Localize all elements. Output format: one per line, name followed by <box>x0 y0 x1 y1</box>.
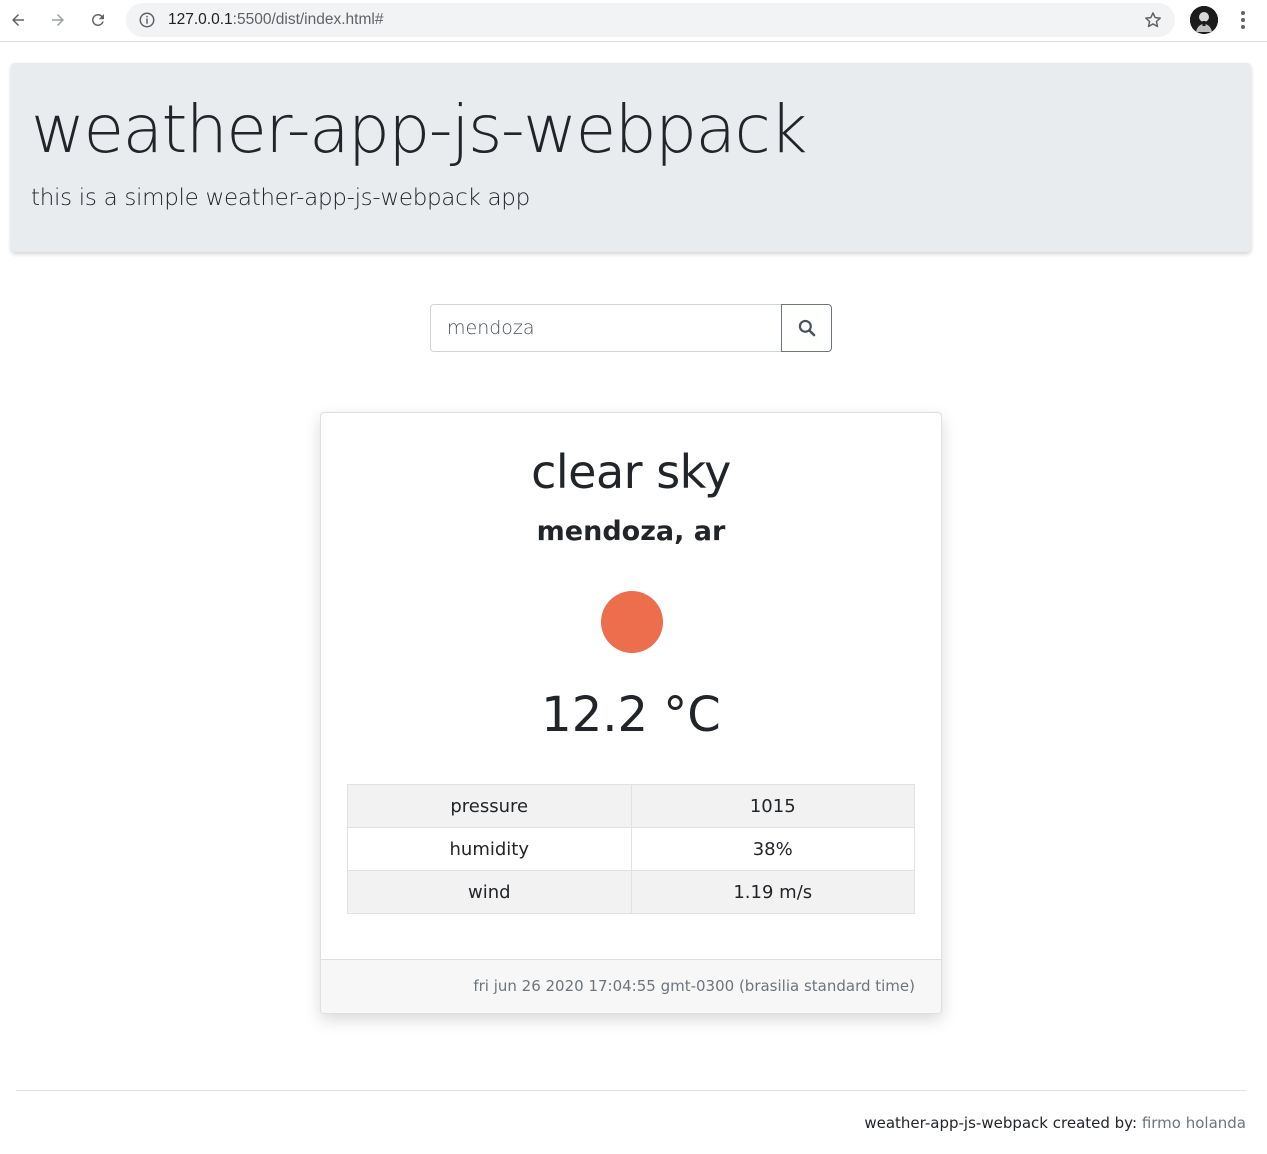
detail-value: 1.19 m/s <box>630 870 915 914</box>
detail-value: 1015 <box>630 784 915 828</box>
bookmark-star-icon[interactable] <box>1143 10 1163 30</box>
reload-icon <box>91 13 104 26</box>
weather-card: clear sky mendoza, ar 12.2 °C pressure 1… <box>320 412 942 1014</box>
url-host: 127.0.0.1 <box>168 11 233 28</box>
author-link[interactable]: firmo holanda <box>1142 1114 1246 1132</box>
page-subtitle: this is a simple weather-app-js-webpack … <box>31 185 530 211</box>
search-form <box>430 304 832 352</box>
header-jumbotron: weather-app-js-webpack this is a simple … <box>11 63 1251 252</box>
url-text[interactable]: 127.0.0.1:5500/dist/index.html# <box>168 11 383 29</box>
weather-location: mendoza, ar <box>536 516 726 547</box>
table-row: pressure 1015 <box>347 784 915 828</box>
reload-button[interactable] <box>85 7 111 33</box>
page-footer: weather-app-js-webpack created by: firmo… <box>864 1114 1246 1132</box>
browser-toolbar: 127.0.0.1:5500/dist/index.html# <box>0 0 1267 42</box>
table-row: humidity 38% <box>347 827 915 871</box>
footer-divider <box>16 1090 1246 1091</box>
avatar-image <box>1190 6 1218 34</box>
detail-label: pressure <box>347 784 632 828</box>
weather-timestamp: fri jun 26 2020 17:04:55 gmt-0300 (brasi… <box>473 977 915 995</box>
detail-label: humidity <box>347 827 632 871</box>
back-button[interactable] <box>5 7 31 33</box>
arrow-right-icon <box>52 14 64 26</box>
table-row: wind 1.19 m/s <box>347 870 915 914</box>
profile-avatar[interactable] <box>1190 6 1218 34</box>
arrow-left-icon <box>12 14 24 26</box>
menu-dot <box>1241 18 1245 22</box>
weather-condition: clear sky <box>531 445 731 499</box>
browser-menu-button[interactable] <box>1232 8 1254 32</box>
weather-details-table: pressure 1015 humidity 38% wind 1.19 m/s <box>347 784 915 914</box>
detail-label: wind <box>347 870 632 914</box>
sun-icon <box>601 591 663 653</box>
footer-text: weather-app-js-webpack created by: <box>864 1114 1138 1132</box>
info-icon[interactable] <box>138 11 156 29</box>
card-footer: fri jun 26 2020 17:04:55 gmt-0300 (brasi… <box>321 959 941 1013</box>
menu-dot <box>1241 11 1245 15</box>
detail-value: 38% <box>630 827 915 871</box>
search-button[interactable] <box>781 304 832 352</box>
city-search-input[interactable] <box>430 304 782 352</box>
search-icon <box>798 319 815 337</box>
temperature: 12.2 °C <box>541 687 721 743</box>
page-title: weather-app-js-webpack <box>31 91 807 168</box>
menu-dot <box>1241 25 1245 29</box>
url-path: :5500/dist/index.html# <box>232 11 384 28</box>
address-bar[interactable]: 127.0.0.1:5500/dist/index.html# <box>126 3 1175 37</box>
forward-button[interactable] <box>45 7 71 33</box>
